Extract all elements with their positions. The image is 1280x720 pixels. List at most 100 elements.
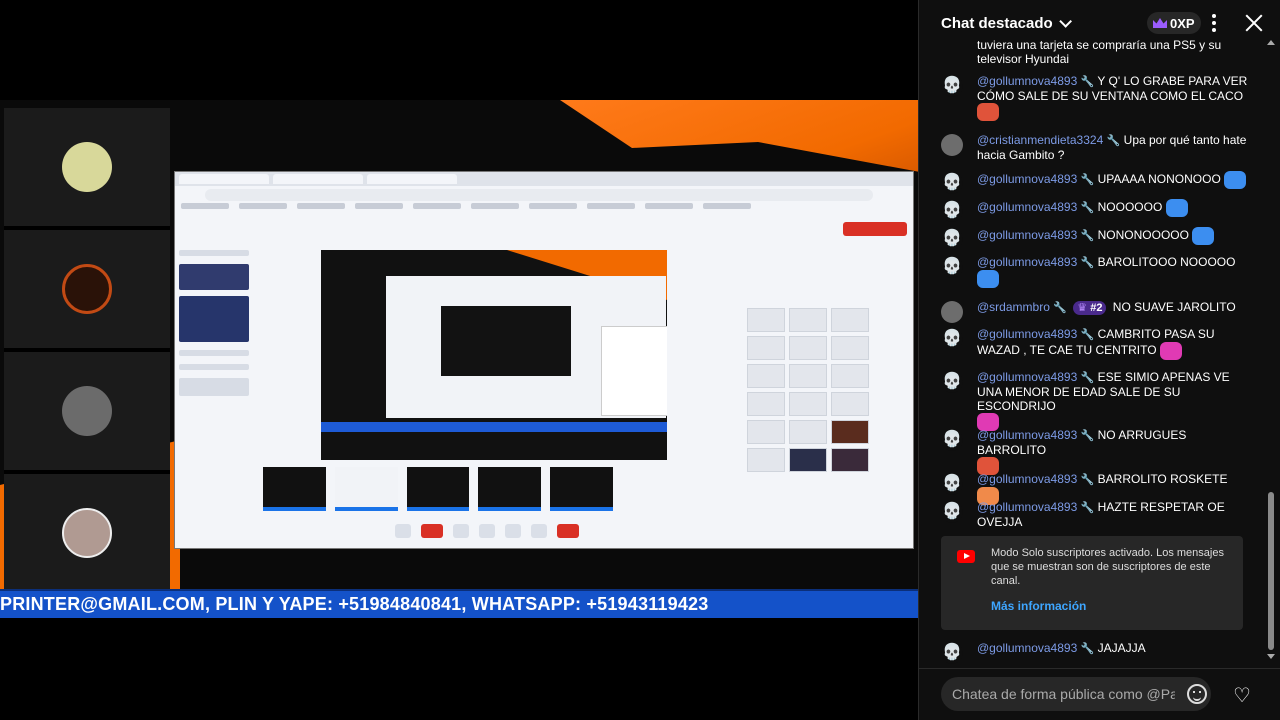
- subscribers-only-notice: Modo Solo suscriptores activado. Los men…: [941, 536, 1243, 630]
- wrench-icon: 🔧: [1080, 372, 1095, 384]
- skull-avatar-icon[interactable]: 💀: [941, 371, 963, 393]
- skull-avatar-icon[interactable]: 💀: [941, 256, 963, 278]
- wrench-icon: 🔧: [1080, 174, 1095, 187]
- wrench-icon: 🔧: [1080, 202, 1095, 215]
- participant-avatar: [62, 142, 112, 192]
- message-text: BARROLITO ROSKETE: [1097, 472, 1228, 486]
- message-text: JAJAJJA: [1097, 641, 1146, 655]
- chat-message[interactable]: @srdammbro 🔧 ♛ #2 NO SUAVE JAROLITO: [941, 300, 1261, 323]
- emoji-icon[interactable]: [1187, 684, 1207, 704]
- chat-input-area: ♡: [919, 668, 1280, 720]
- message-author[interactable]: @gollumnova4893: [977, 255, 1077, 269]
- more-options-icon[interactable]: [1212, 14, 1216, 32]
- browser-bookmarks: [181, 203, 907, 213]
- emote-icon: [1159, 342, 1182, 360]
- more-info-link[interactable]: Más información: [991, 599, 1086, 613]
- skull-avatar-icon[interactable]: 💀: [941, 172, 963, 194]
- message-author[interactable]: @gollumnova4893: [977, 472, 1077, 486]
- wrench-icon: 🔧: [1080, 502, 1095, 514]
- skull-avatar-icon[interactable]: 💀: [941, 75, 963, 97]
- skull-avatar-icon[interactable]: 💀: [941, 228, 963, 250]
- chat-message[interactable]: 💀 @gollumnova4893 🔧 JAJAJJA: [941, 641, 1261, 664]
- chat-input[interactable]: [941, 677, 1211, 711]
- message-author[interactable]: @gollumnova4893: [977, 641, 1077, 655]
- participant-tile: [4, 474, 170, 596]
- browser-tabs: [175, 172, 913, 186]
- close-icon[interactable]: [1244, 13, 1264, 33]
- message-author[interactable]: @cristianmendieta3324: [977, 133, 1103, 147]
- chat-message[interactable]: 💀 @gollumnova4893 🔧 ESE SIMIO APENAS VE …: [941, 370, 1261, 431]
- chat-message[interactable]: @cristianmendieta3324 🔧 Upa por qué tant…: [941, 133, 1261, 162]
- chat-message[interactable]: 💀 @gollumnova4893 🔧 UPAAAA NONONOOO: [941, 171, 1261, 194]
- screen-left-panel: [179, 242, 249, 492]
- member-rank-badge: ♛ #2: [1073, 301, 1107, 315]
- youtube-icon: [957, 550, 975, 563]
- xp-badge[interactable]: 0XP: [1147, 12, 1201, 34]
- chat-message[interactable]: 💀 @gollumnova4893 🔧 NO ARRUGUES BARROLIT…: [941, 428, 1261, 475]
- screen-red-button: [843, 222, 907, 236]
- skull-avatar-icon[interactable]: 💀: [941, 473, 963, 495]
- chat-mode-selector[interactable]: Chat destacado: [941, 15, 1053, 32]
- app-root: PRINTER@GMAIL.COM, PLIN Y YAPE: +5198484…: [0, 0, 1280, 720]
- message-author[interactable]: @gollumnova4893: [977, 500, 1077, 514]
- chat-message[interactable]: 💀 @gollumnova4893 🔧 Y Q' LO GRABE PARA V…: [941, 74, 1261, 121]
- scrollbar-thumb[interactable]: [1268, 492, 1274, 650]
- participant-tile: [4, 108, 170, 230]
- skull-avatar-icon[interactable]: 💀: [941, 501, 963, 523]
- skull-avatar-icon[interactable]: 💀: [941, 429, 963, 451]
- participant-tile: [4, 230, 170, 352]
- participant-column: [4, 108, 170, 596]
- participant-avatar: [62, 508, 112, 558]
- user-avatar[interactable]: [941, 134, 963, 156]
- crown-icon: [1153, 18, 1167, 28]
- chat-scrollbar[interactable]: [1267, 38, 1275, 664]
- wrench-icon: 🔧: [1080, 230, 1095, 243]
- screen-thumbnail-row: [263, 467, 613, 511]
- contact-ticker: PRINTER@GMAIL.COM, PLIN Y YAPE: +5198484…: [0, 589, 918, 618]
- chevron-down-icon[interactable]: [1058, 14, 1072, 28]
- heart-icon[interactable]: ♡: [1229, 682, 1255, 708]
- participant-tile: [4, 352, 170, 474]
- partial-message-text: tuviera una tarjeta se compraría una PS5…: [977, 38, 1222, 66]
- wrench-icon: 🔧: [1080, 257, 1095, 269]
- message-author[interactable]: @gollumnova4893: [977, 228, 1077, 242]
- message-author[interactable]: @gollumnova4893: [977, 200, 1077, 214]
- emote-icon: [1192, 227, 1215, 245]
- message-author[interactable]: @gollumnova4893: [977, 428, 1077, 442]
- skull-avatar-icon[interactable]: 💀: [941, 328, 963, 350]
- message-text: NOOOOOO: [1097, 200, 1163, 215]
- skull-avatar-icon[interactable]: 💀: [941, 200, 963, 222]
- wrench-icon: 🔧: [1080, 474, 1095, 486]
- scroll-up-icon[interactable]: [1267, 40, 1275, 45]
- user-avatar[interactable]: [941, 301, 963, 323]
- wrench-icon: 🔧: [1053, 302, 1067, 314]
- chat-message[interactable]: 💀 @gollumnova4893 🔧 BAROLITOOO NOOOOO: [941, 255, 1261, 288]
- wrench-icon: 🔧: [1106, 135, 1121, 147]
- message-author[interactable]: @srdammbro: [977, 300, 1050, 314]
- skull-avatar-icon[interactable]: 💀: [941, 642, 963, 664]
- wrench-icon: 🔧: [1080, 329, 1095, 341]
- message-author[interactable]: @gollumnova4893: [977, 327, 1077, 341]
- scroll-down-icon[interactable]: [1267, 654, 1275, 659]
- message-author[interactable]: @gollumnova4893: [977, 172, 1077, 186]
- wrench-icon: 🔧: [1080, 76, 1095, 88]
- message-text: BAROLITOOO NOOOOO: [1097, 255, 1236, 269]
- chat-message[interactable]: 💀 @gollumnova4893 🔧 NOOOOOO: [941, 199, 1261, 222]
- browser-address-bar: [205, 189, 873, 201]
- live-chat-panel: Chat destacado 0XP tuviera una tarjeta s…: [918, 0, 1280, 720]
- screen-call-controls: [395, 524, 595, 540]
- message-author[interactable]: @gollumnova4893: [977, 74, 1077, 88]
- video-player[interactable]: PRINTER@GMAIL.COM, PLIN Y YAPE: +5198484…: [0, 0, 918, 720]
- wrench-icon: 🔧: [1080, 430, 1095, 442]
- chat-message[interactable]: 💀 @gollumnova4893 🔧 HAZTE RESPETAR OE OV…: [941, 500, 1261, 529]
- wrench-icon: 🔧: [1080, 643, 1095, 655]
- rank-text: #2: [1090, 302, 1103, 314]
- notice-text: Modo Solo suscriptores activado. Los men…: [991, 547, 1224, 587]
- shared-screen: [174, 171, 914, 549]
- message-author[interactable]: @gollumnova4893: [977, 370, 1077, 384]
- emote-icon: [977, 103, 999, 121]
- xp-value: 0XP: [1170, 15, 1195, 31]
- screen-right-panel: [747, 248, 873, 538]
- chat-message[interactable]: 💀 @gollumnova4893 🔧 NONONOOOOO: [941, 227, 1261, 250]
- chat-message[interactable]: 💀 @gollumnova4893 🔧 CAMBRITO PASA SU WAZ…: [941, 327, 1261, 360]
